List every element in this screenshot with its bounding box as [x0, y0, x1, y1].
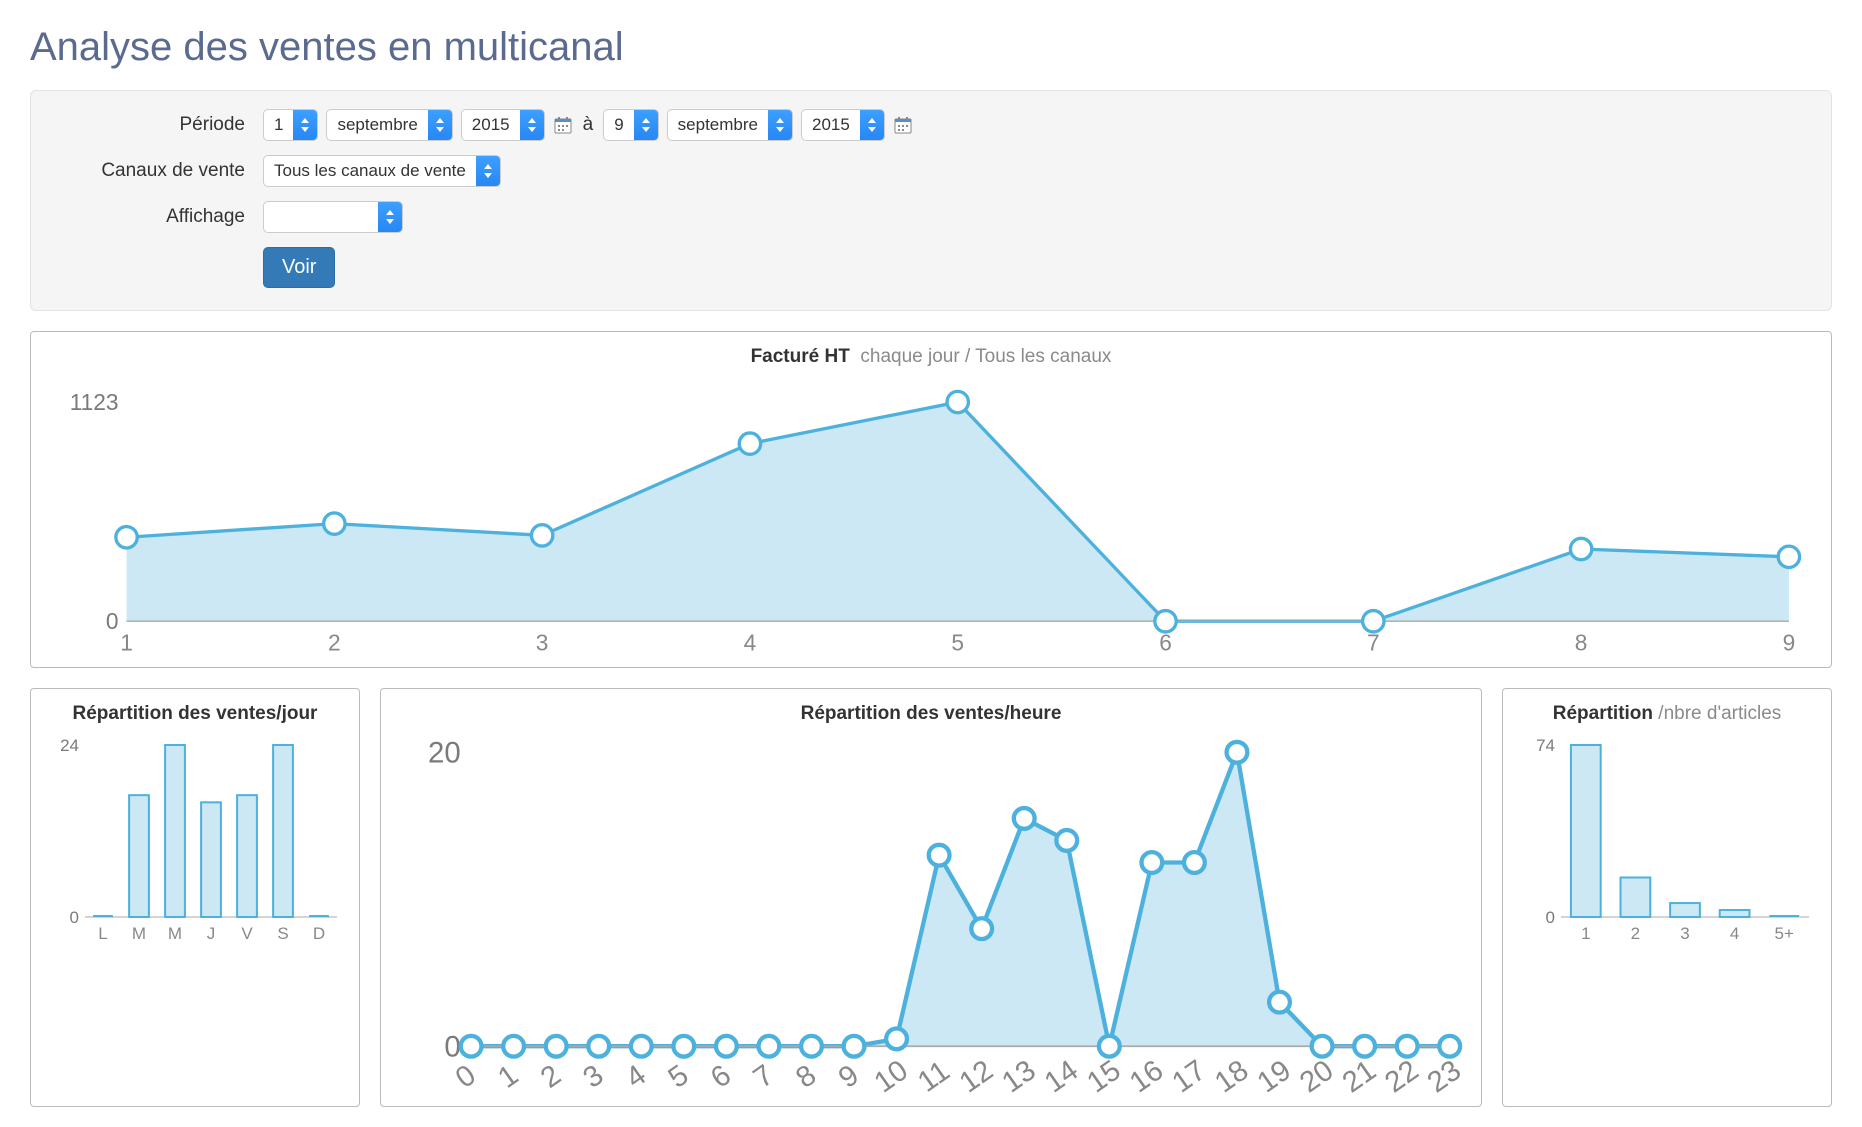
- period-to-label: à: [581, 114, 596, 136]
- to-day-select[interactable]: 9: [603, 109, 658, 141]
- svg-text:8: 8: [1575, 630, 1588, 656]
- from-month-select[interactable]: septembre: [326, 109, 452, 141]
- chart-articles-subtitle: /nbre d'articles: [1658, 703, 1781, 724]
- from-day-select[interactable]: 1: [263, 109, 318, 141]
- channels-select[interactable]: Tous les canaux de vente: [263, 155, 501, 187]
- svg-text:M: M: [168, 924, 182, 943]
- chevron-updown-icon: [293, 110, 317, 140]
- svg-text:2: 2: [328, 630, 341, 656]
- chart-day-svg: 0 24 L M M J V S D: [45, 735, 345, 945]
- svg-text:5+: 5+: [1775, 924, 1794, 943]
- svg-text:20: 20: [1294, 1053, 1340, 1098]
- svg-text:74: 74: [1536, 736, 1555, 755]
- chevron-updown-icon: [378, 202, 402, 232]
- calendar-icon[interactable]: [893, 115, 913, 135]
- svg-text:1: 1: [1581, 924, 1590, 943]
- chart-hour-card: Répartition des ventes/heure 02001234567…: [380, 688, 1482, 1107]
- svg-text:V: V: [241, 924, 253, 943]
- chart-main-card: Facturé HT chaque jour / Tous les canaux…: [30, 331, 1832, 668]
- svg-text:10: 10: [868, 1053, 914, 1098]
- to-month-select[interactable]: septembre: [667, 109, 793, 141]
- chart-main-subtitle: chaque jour / Tous les canaux: [860, 346, 1111, 367]
- svg-text:20: 20: [428, 736, 461, 769]
- svg-text:1123: 1123: [70, 389, 119, 415]
- chevron-updown-icon: [768, 110, 792, 140]
- chevron-updown-icon: [428, 110, 452, 140]
- chevron-updown-icon: [634, 110, 658, 140]
- svg-text:1: 1: [492, 1058, 524, 1094]
- from-year-select[interactable]: 2015: [461, 109, 545, 141]
- svg-text:4: 4: [744, 630, 757, 656]
- chevron-updown-icon: [520, 110, 544, 140]
- svg-text:4: 4: [1730, 924, 1739, 943]
- svg-text:5: 5: [662, 1058, 694, 1094]
- svg-text:13: 13: [996, 1053, 1042, 1098]
- svg-text:M: M: [132, 924, 146, 943]
- submit-button[interactable]: Voir: [263, 247, 335, 288]
- svg-text:3: 3: [577, 1058, 609, 1094]
- chevron-updown-icon: [860, 110, 884, 140]
- display-select[interactable]: [263, 201, 403, 233]
- filter-panel: Période 1 septembre 2015 à 9: [30, 90, 1832, 311]
- svg-text:17: 17: [1166, 1053, 1212, 1098]
- chart-articles-svg: 0 74 1 2 3 4 5+: [1517, 735, 1817, 945]
- chart-articles-title: Répartition: [1553, 703, 1653, 724]
- svg-text:0: 0: [444, 1030, 460, 1063]
- svg-text:21: 21: [1336, 1053, 1382, 1098]
- svg-text:S: S: [277, 924, 288, 943]
- svg-text:0: 0: [70, 908, 79, 927]
- chevron-updown-icon: [476, 156, 500, 186]
- chart-hour-svg: 0200123456789101112131415161718192021222…: [395, 735, 1467, 1098]
- svg-text:8: 8: [790, 1058, 822, 1094]
- svg-text:16: 16: [1124, 1053, 1170, 1098]
- svg-text:19: 19: [1251, 1053, 1297, 1098]
- svg-text:2: 2: [1631, 924, 1640, 943]
- svg-text:J: J: [207, 924, 216, 943]
- display-label: Affichage: [53, 206, 263, 228]
- svg-text:15: 15: [1081, 1053, 1127, 1098]
- svg-text:24: 24: [60, 736, 79, 755]
- svg-text:4: 4: [620, 1058, 652, 1094]
- svg-text:11: 11: [912, 1054, 956, 1098]
- svg-text:3: 3: [1680, 924, 1689, 943]
- svg-text:3: 3: [536, 630, 549, 656]
- svg-text:9: 9: [832, 1058, 864, 1094]
- chart-hour-title: Répartition des ventes/heure: [801, 703, 1062, 724]
- page-title: Analyse des ventes en multicanal: [30, 25, 1832, 70]
- period-label: Période: [53, 114, 263, 136]
- svg-text:2: 2: [535, 1058, 567, 1094]
- svg-text:0: 0: [1546, 908, 1555, 927]
- svg-text:22: 22: [1379, 1053, 1425, 1098]
- svg-text:0: 0: [106, 608, 119, 634]
- chart-articles-card: Répartition /nbre d'articles 0 74 1 2 3 4 5+: [1502, 688, 1832, 1107]
- svg-text:12: 12: [953, 1053, 999, 1098]
- svg-text:D: D: [313, 924, 325, 943]
- svg-text:6: 6: [705, 1058, 737, 1094]
- svg-text:18: 18: [1209, 1053, 1255, 1098]
- svg-text:7: 7: [747, 1058, 779, 1094]
- svg-text:0: 0: [449, 1058, 481, 1094]
- svg-text:9: 9: [1783, 630, 1796, 656]
- chart-day-title: Répartition des ventes/jour: [73, 703, 318, 724]
- svg-text:1: 1: [120, 630, 133, 656]
- svg-text:L: L: [98, 924, 107, 943]
- to-year-select[interactable]: 2015: [801, 109, 885, 141]
- chart-main-title: Facturé HT: [751, 346, 850, 367]
- svg-text:23: 23: [1421, 1053, 1467, 1098]
- calendar-icon[interactable]: [553, 115, 573, 135]
- channels-label: Canaux de vente: [53, 160, 263, 182]
- chart-main-svg: 01123123456789: [49, 378, 1813, 659]
- svg-text:5: 5: [951, 630, 964, 656]
- svg-text:14: 14: [1038, 1053, 1084, 1098]
- chart-day-card: Répartition des ventes/jour 0 24 L M M J V S D: [30, 688, 360, 1107]
